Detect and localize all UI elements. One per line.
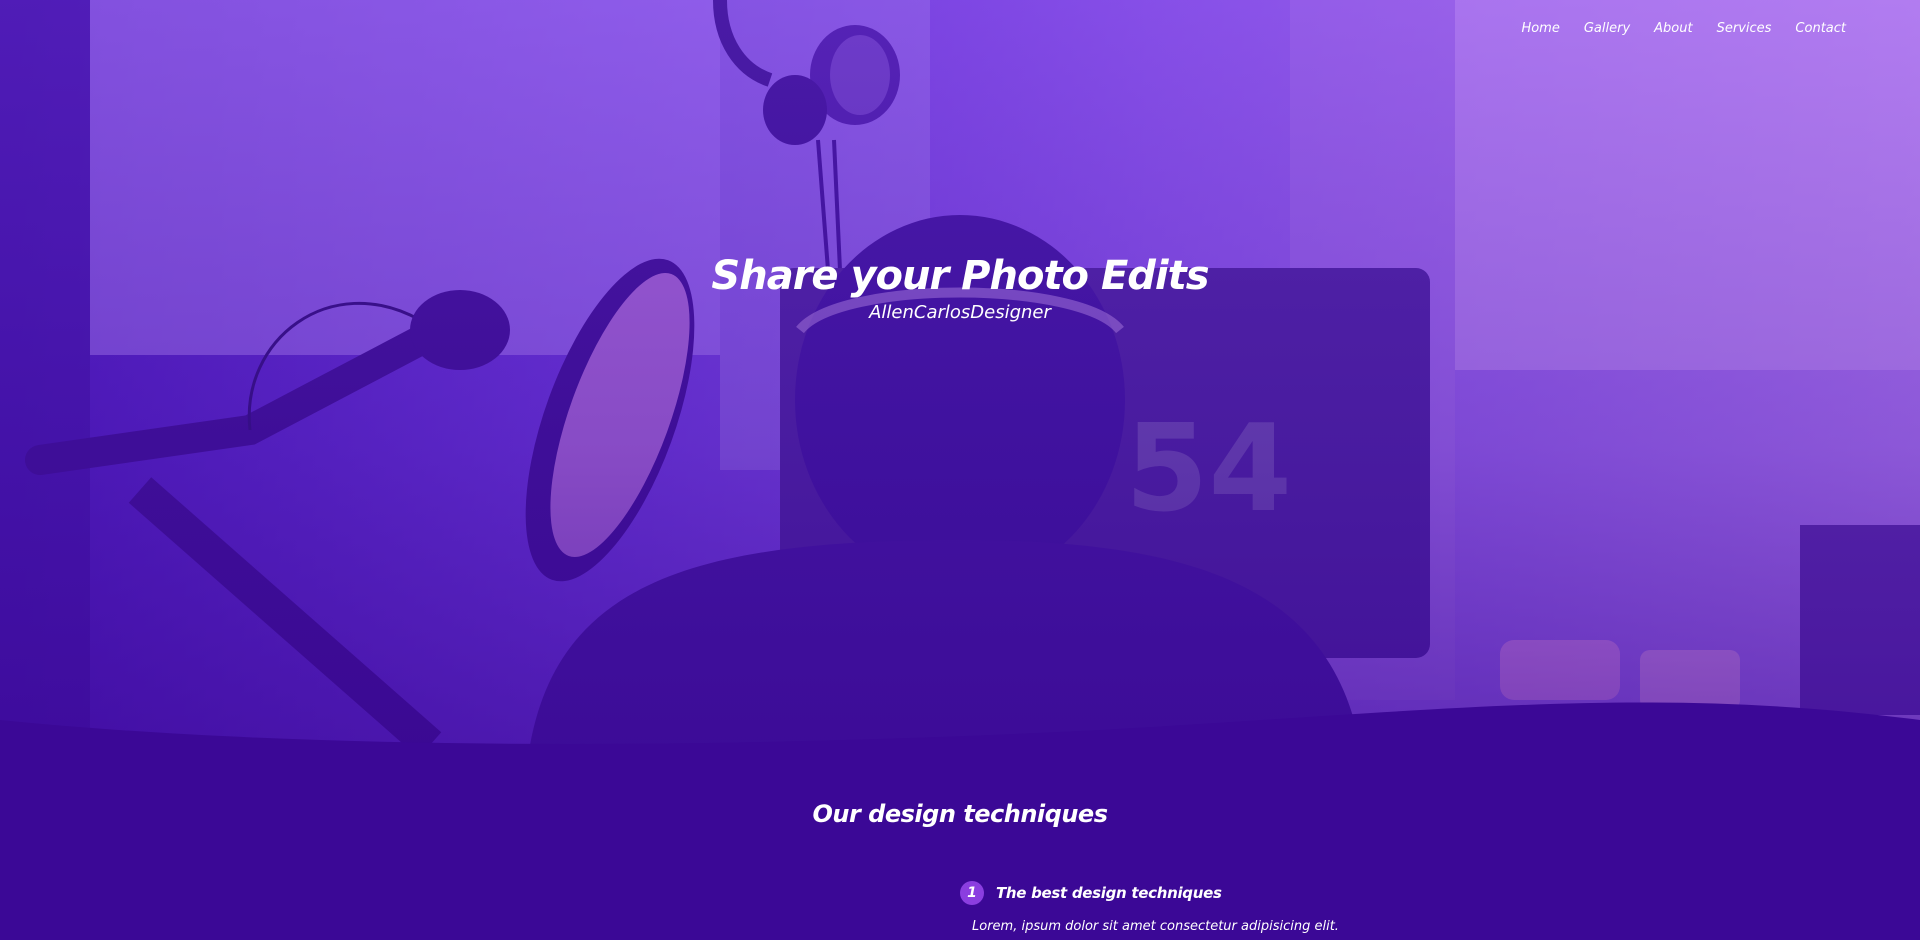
technique-description: Lorem, ipsum dolor sit amet consectetur …	[972, 919, 1339, 934]
nav-contact-link[interactable]: Contact	[1783, 19, 1858, 38]
technique-title: The best design techniques	[996, 884, 1222, 902]
hero-wave-divider	[0, 702, 1920, 750]
nav-home-link[interactable]: Home	[1509, 19, 1571, 38]
hero-section: 54 Home Gallery About Services Contact S…	[0, 0, 1920, 745]
top-navigation: Home Gallery About Services Contact	[1509, 19, 1858, 38]
hero-subtitle: AllenCarlosDesigner	[869, 302, 1051, 323]
nav-gallery-link[interactable]: Gallery	[1572, 19, 1642, 38]
hero-overlay	[0, 0, 1920, 745]
technique-item: 1 The best design techniques Lorem, ipsu…	[960, 881, 1339, 937]
nav-about-link[interactable]: About	[1642, 19, 1704, 38]
technique-number-badge: 1	[960, 881, 984, 905]
section-title: Our design techniques	[812, 800, 1108, 828]
hero-heading-group: Share your Photo Edits AllenCarlosDesign…	[0, 252, 1920, 326]
technique-header: 1 The best design techniques	[960, 881, 1339, 905]
hero-title: Share your Photo Edits	[711, 253, 1209, 299]
nav-services-link[interactable]: Services	[1705, 19, 1784, 38]
